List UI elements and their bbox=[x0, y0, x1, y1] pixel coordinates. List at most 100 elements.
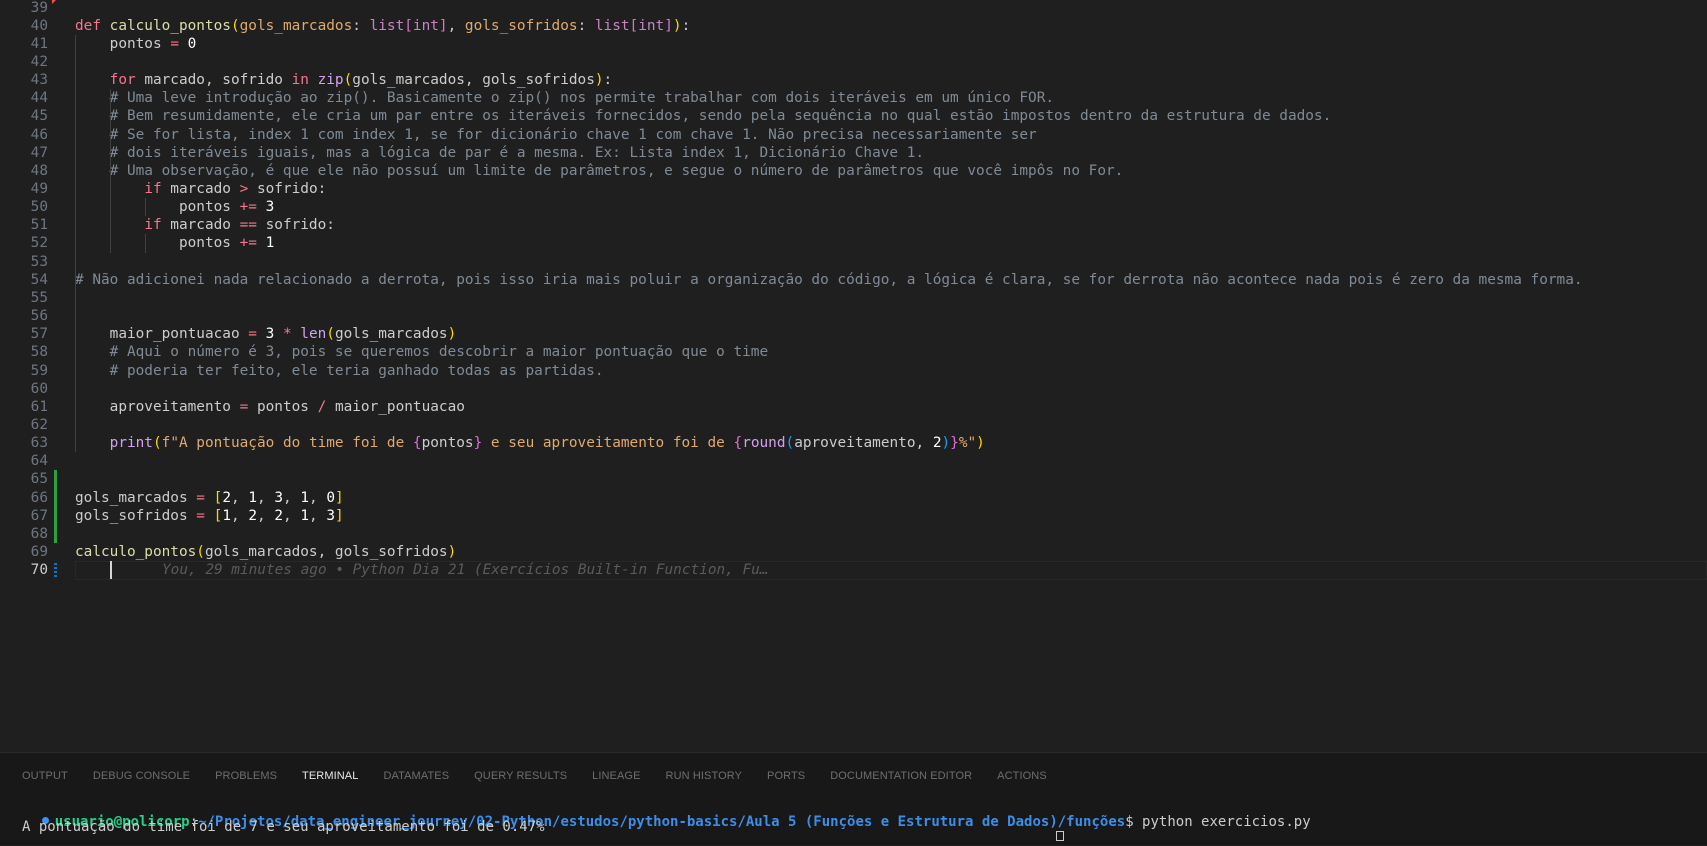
line-number: 63 bbox=[30, 435, 48, 452]
code-line[interactable]: 50 pontos += 3 bbox=[0, 198, 1707, 216]
line-number: 53 bbox=[30, 253, 48, 270]
line-number: 58 bbox=[30, 344, 48, 361]
git-deleted-marker[interactable] bbox=[52, 0, 57, 4]
git-modified-marker[interactable] bbox=[54, 563, 57, 578]
code-text: aproveitamento = pontos / maior_pontuaca… bbox=[75, 398, 465, 415]
code-line[interactable]: 68 bbox=[0, 525, 1707, 543]
code-line[interactable]: 61 aproveitamento = pontos / maior_pontu… bbox=[0, 398, 1707, 416]
code-line[interactable]: 59 # poderia ter feito, ele teria ganhad… bbox=[0, 362, 1707, 380]
code-text: # Se for lista, index 1 com index 1, se … bbox=[75, 126, 1037, 143]
code-line[interactable]: 44 # Uma leve introdução ao zip(). Basic… bbox=[0, 89, 1707, 107]
panel-tabs: OUTPUT DEBUG CONSOLE PROBLEMS TERMINAL DATAM… bbox=[22, 770, 1072, 790]
line-number: 62 bbox=[30, 416, 48, 433]
line-number: 69 bbox=[30, 544, 48, 560]
line-number: 59 bbox=[30, 362, 48, 379]
code-line[interactable]: 62 bbox=[0, 416, 1707, 434]
code-text: if marcado > sofrido: bbox=[144, 181, 327, 197]
indent-guide bbox=[75, 34, 76, 453]
tab-lineage[interactable]: LINEAGE bbox=[592, 770, 640, 790]
line-number: 70 bbox=[30, 562, 48, 579]
line-number: 39 bbox=[30, 0, 48, 16]
line-number: 47 bbox=[30, 144, 48, 161]
line-number: 55 bbox=[30, 289, 48, 306]
code-line[interactable]: 46 # Se for lista, index 1 com index 1, … bbox=[0, 126, 1707, 144]
line-number: 48 bbox=[30, 162, 48, 179]
code-text: for marcado, sofrido in zip(gols_marcado… bbox=[109, 72, 613, 89]
code-text: pontos += 1 bbox=[75, 235, 275, 252]
code-line[interactable]: 58 # Aqui o número é 3, pois se queremos… bbox=[0, 343, 1707, 361]
line-number: 60 bbox=[30, 380, 48, 397]
line-number: 41 bbox=[30, 35, 48, 52]
terminal-command: $ python exercicios.py bbox=[1125, 814, 1311, 830]
line-number: 46 bbox=[30, 126, 48, 143]
code-line[interactable]: 52 pontos += 1 bbox=[0, 234, 1707, 252]
bottom-panel: OUTPUT DEBUG CONSOLE PROBLEMS TERMINAL DATAM… bbox=[0, 752, 1707, 845]
code-text: # Uma observação, é que ele não possuí u… bbox=[75, 162, 1124, 179]
tab-ports[interactable]: PORTS bbox=[767, 770, 805, 790]
line-number: 61 bbox=[30, 398, 48, 415]
code-line[interactable]: 63 print(f"A pontuação do time foi de {p… bbox=[0, 434, 1707, 452]
code-text: print(f"A pontuação do time foi de {pont… bbox=[109, 435, 985, 452]
code-text: if marcado == sofrido: bbox=[144, 217, 335, 234]
line-number: 42 bbox=[30, 53, 48, 70]
line-number: 52 bbox=[30, 235, 48, 252]
code-line[interactable]: 65 bbox=[0, 470, 1707, 488]
code-line[interactable]: 69 calculo_pontos(gols_marcados, gols_sof… bbox=[0, 543, 1707, 561]
tab-datamates[interactable]: DATAMATES bbox=[383, 770, 449, 790]
code-line[interactable]: 41 pontos = 0 bbox=[0, 35, 1707, 53]
line-number: 43 bbox=[30, 72, 48, 89]
code-text: # dois iteráveis iguais, mas a lógica de… bbox=[75, 144, 925, 161]
line-number: 67 bbox=[30, 507, 48, 524]
line-number: 56 bbox=[30, 308, 48, 325]
tab-debug-console[interactable]: DEBUG CONSOLE bbox=[93, 770, 190, 790]
code-line[interactable]: 51 if marcado == sofrido: bbox=[0, 216, 1707, 234]
git-blame-annotation: You, 29 minutes ago • Python Dia 21 (Exe… bbox=[162, 562, 769, 579]
code-line[interactable]: 66 gols_marcados = [2, 1, 3, 1, 0] bbox=[0, 489, 1707, 507]
code-line[interactable]: 45 # Bem resumidamente, ele cria um par … bbox=[0, 107, 1707, 125]
code-line[interactable]: 53 bbox=[0, 253, 1707, 271]
indent-guide bbox=[145, 234, 146, 253]
code-editor[interactable]: 39 40 def calculo_pontos(gols_marcados: li… bbox=[0, 0, 1707, 752]
code-text: # poderia ter feito, ele teria ganhado t… bbox=[75, 362, 604, 379]
tab-terminal[interactable]: TERMINAL bbox=[302, 770, 358, 790]
code-text: # Aqui o número é 3, pois se queremos de… bbox=[75, 344, 769, 361]
tab-query-results[interactable]: QUERY RESULTS bbox=[474, 770, 567, 790]
code-line[interactable]: 49 if marcado > sofrido: bbox=[0, 180, 1707, 198]
code-line[interactable]: 40 def calculo_pontos(gols_marcados: list… bbox=[0, 17, 1707, 35]
code-line[interactable]: 42 bbox=[0, 53, 1707, 71]
code-line[interactable]: 57 maior_pontuacao = 3 * len(gols_marcad… bbox=[0, 325, 1707, 343]
line-number: 49 bbox=[30, 181, 48, 197]
tab-problems[interactable]: PROBLEMS bbox=[215, 770, 277, 790]
code-line[interactable]: 55 bbox=[0, 289, 1707, 307]
line-number: 68 bbox=[30, 525, 48, 542]
code-line[interactable]: 70 You, 29 minutes ago • Python Dia 21 (E… bbox=[0, 561, 1707, 581]
code-line[interactable]: 67 gols_sofridos = [1, 2, 2, 1, 3] bbox=[0, 507, 1707, 525]
code-line[interactable]: 54 # Não adicionei nada relacionado a der… bbox=[0, 271, 1707, 289]
tab-actions[interactable]: ACTIONS bbox=[997, 770, 1047, 790]
tab-documentation-editor[interactable]: DOCUMENTATION EDITOR bbox=[830, 770, 972, 790]
code-line[interactable]: 60 bbox=[0, 380, 1707, 398]
code-line[interactable]: 56 bbox=[0, 307, 1707, 325]
code-line[interactable]: 43 for marcado, sofrido in zip(gols_marc… bbox=[0, 71, 1707, 89]
code-text: gols_sofridos = [1, 2, 2, 1, 3] bbox=[75, 507, 344, 524]
line-number: 51 bbox=[30, 217, 48, 234]
code-line[interactable]: 48 # Uma observação, é que ele não possu… bbox=[0, 162, 1707, 180]
code-text: # Uma leve introdução ao zip(). Basicame… bbox=[75, 90, 1055, 107]
tab-output[interactable]: OUTPUT bbox=[22, 770, 68, 790]
code-line[interactable]: 47 # dois iteráveis iguais, mas a lógica… bbox=[0, 144, 1707, 162]
indent-guide bbox=[110, 89, 111, 253]
code-text: pontos += 3 bbox=[75, 199, 275, 216]
line-number: 44 bbox=[30, 90, 48, 107]
code-text: # Bem resumidamente, ele cria um par ent… bbox=[75, 108, 1332, 125]
code-line[interactable]: 39 bbox=[0, 0, 1707, 17]
code-text: pontos = 0 bbox=[75, 35, 197, 52]
tab-run-history[interactable]: RUN HISTORY bbox=[666, 770, 742, 790]
code-text: calculo_pontos(gols_marcados, gols_sofri… bbox=[75, 544, 457, 560]
line-number: 66 bbox=[30, 489, 48, 506]
git-added-marker[interactable] bbox=[54, 470, 57, 543]
line-number: 50 bbox=[30, 199, 48, 216]
code-line[interactable]: 64 bbox=[0, 452, 1707, 470]
line-number: 54 bbox=[30, 271, 48, 288]
line-number: 40 bbox=[30, 17, 48, 34]
code-text: gols_marcados = [2, 1, 3, 1, 0] bbox=[75, 489, 344, 506]
